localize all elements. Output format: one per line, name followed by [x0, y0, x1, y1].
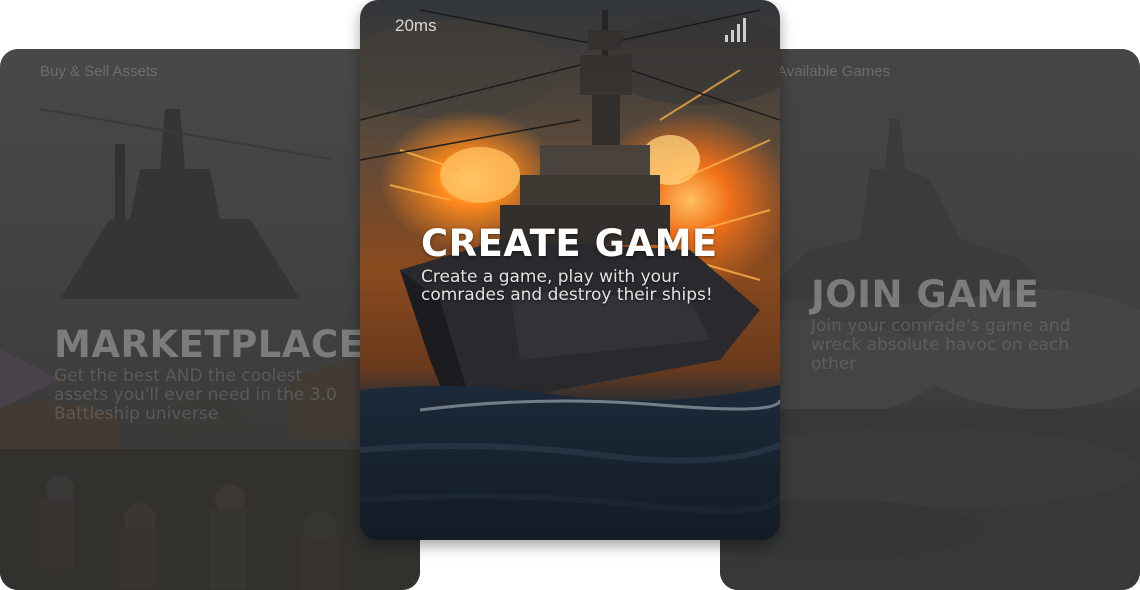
marketplace-description: Get the best AND the coolest assets you'… [54, 366, 337, 424]
signal-bars-icon [725, 18, 747, 42]
create-game-card[interactable]: 20ms CREATE GAME Create a game, play wit… [360, 0, 780, 540]
inactive-overlay [0, 49, 420, 590]
join-game-card[interactable]: Available Games JOIN GAME Join your comr… [720, 49, 1140, 590]
join-game-top-text: Available Games [777, 63, 891, 80]
marketplace-top-text: Buy & Sell Assets [40, 63, 158, 80]
create-game-description: Create a game, play with your comrades a… [421, 267, 713, 305]
marketplace-title: MARKETPLACE [54, 323, 365, 366]
join-game-title: JOIN GAME [811, 273, 1040, 316]
join-game-description: Join your comrade's game and wreck absol… [811, 316, 1071, 374]
latency-readout: 20ms [395, 16, 437, 35]
marketplace-card[interactable]: Buy & Sell Assets MARKETPLACE Get the be… [0, 49, 420, 590]
create-game-title: CREATE GAME [421, 222, 718, 265]
